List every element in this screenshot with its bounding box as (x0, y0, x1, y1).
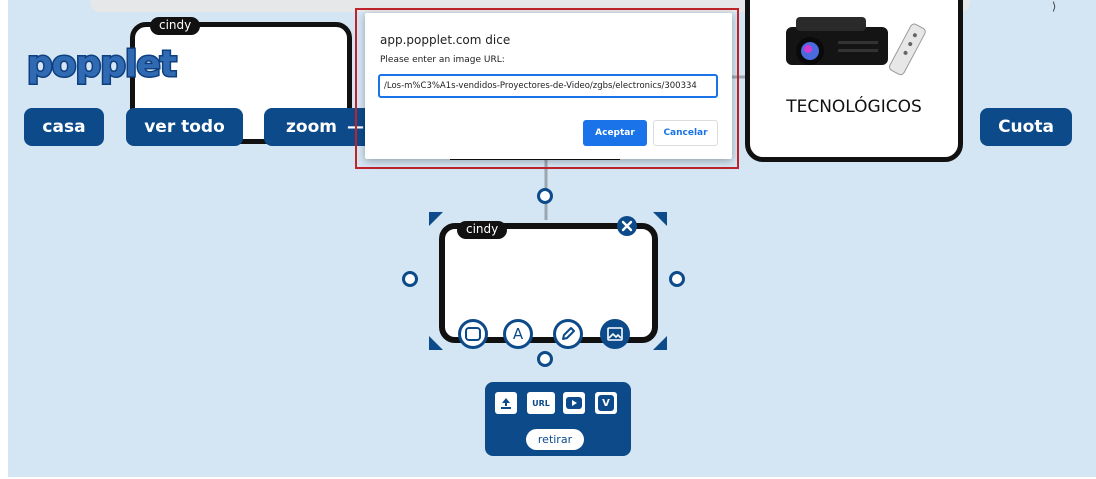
popple-text: TECNOLÓGICOS (786, 97, 922, 117)
projector-image (786, 17, 926, 76)
dialog-message: Please enter an image URL: (380, 55, 505, 65)
connect-handle-left[interactable] (402, 271, 418, 287)
popple-author-tag: cindy (150, 17, 201, 35)
view-all-button[interactable]: ver todo (126, 108, 243, 146)
text-tool-button[interactable]: A (503, 319, 533, 349)
popple-top-right[interactable]: TECNOLÓGICOS (745, 0, 963, 162)
connect-handle-top[interactable] (537, 188, 553, 204)
upload-icon (501, 398, 511, 409)
upload-button[interactable] (495, 392, 517, 414)
resize-corner-bottom-left-icon[interactable] (429, 336, 443, 350)
square-icon (465, 327, 481, 341)
zoom-label: zoom (286, 117, 337, 137)
resize-corner-top-left-icon[interactable] (429, 212, 443, 226)
popple-author-tag: cindy (457, 221, 508, 239)
draw-tool-button[interactable] (553, 319, 583, 349)
image-source-panel: URL V retirar (485, 382, 631, 456)
connect-handle-right[interactable] (669, 271, 685, 287)
vimeo-button[interactable]: V (595, 392, 617, 414)
popplet-logo[interactable]: popplet (25, 43, 178, 87)
image-icon (607, 327, 623, 341)
image-url-prompt-dialog: app.popplet.com dice Please enter an ima… (365, 13, 732, 159)
accept-button[interactable]: Aceptar (583, 120, 647, 146)
resize-corner-top-right-icon[interactable] (653, 212, 667, 226)
vimeo-icon: V (598, 395, 614, 411)
youtube-icon (566, 397, 582, 409)
youtube-button[interactable] (563, 392, 585, 414)
url-label: URL (532, 398, 550, 408)
url-button[interactable]: URL (527, 392, 555, 414)
cancel-button[interactable]: Cancelar (653, 120, 718, 146)
dialog-title: app.popplet.com dice (380, 33, 511, 47)
browser-edge-glyph: ⟩ (1052, 0, 1057, 13)
pencil-icon (562, 327, 575, 340)
close-icon[interactable] (616, 215, 638, 237)
share-button[interactable]: Cuota (980, 108, 1072, 146)
connect-handle-bottom[interactable] (537, 351, 553, 367)
remove-media-button[interactable]: retirar (526, 429, 584, 450)
resize-corner-bottom-right-icon[interactable] (653, 336, 667, 350)
image-tool-button[interactable] (600, 319, 630, 349)
image-url-input[interactable] (378, 74, 718, 98)
home-button[interactable]: casa (24, 108, 104, 146)
color-tool-button[interactable] (458, 319, 488, 349)
letter-a-icon: A (512, 325, 524, 343)
